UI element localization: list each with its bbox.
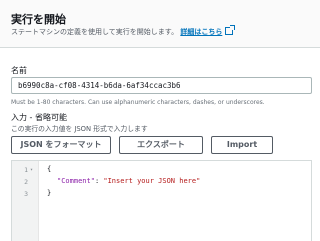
external-link-icon	[225, 25, 236, 35]
details-link[interactable]: 詳細はこちら	[180, 25, 236, 36]
import-button[interactable]: Import	[211, 136, 273, 154]
input-label: 入力 - 省略可能	[11, 113, 67, 122]
page-header: 実行を開始 ステートマシンの定義を使用して実行を開始します。 詳細はこちら	[0, 0, 320, 48]
description-text: ステートマシンの定義を使用して実行を開始します。	[11, 28, 179, 36]
code-line-1: {	[47, 165, 52, 173]
execution-form: 名前 b6990c8a-cf08-4314-b6da-6af34ccac3b6 …	[0, 48, 320, 241]
name-input[interactable]: b6990c8a-cf08-4314-b6da-6af34ccac3b6	[11, 77, 312, 94]
fold-toggle-icon[interactable]: ▾	[30, 167, 33, 173]
export-button[interactable]: エクスポート	[119, 136, 203, 154]
format-json-button[interactable]: JSON をフォーマット	[11, 136, 111, 154]
json-editor[interactable]: 1 ▾ 2 3 { "Comment": "Insert your JSON h…	[11, 160, 312, 241]
page-description: ステートマシンの定義を使用して実行を開始します。 詳細はこちら	[11, 25, 236, 37]
editor-gutter: 1 ▾ 2 3	[12, 161, 39, 241]
line-number: 3	[24, 190, 28, 198]
name-constraint-text: Must be 1-80 characters. Can use alphanu…	[11, 99, 265, 106]
input-description: この実行の入力値を JSON 形式で入力します	[11, 125, 148, 133]
json-value: "Insert your JSON here"	[103, 177, 201, 185]
code-line-3: }	[47, 189, 52, 197]
page-title: 実行を開始	[11, 13, 66, 26]
name-label: 名前	[11, 66, 27, 75]
line-number: 2	[24, 178, 28, 186]
line-number: 1	[24, 166, 28, 174]
json-key: "Comment"	[57, 177, 95, 185]
code-line-2: "Comment": "Insert your JSON here"	[57, 177, 200, 185]
